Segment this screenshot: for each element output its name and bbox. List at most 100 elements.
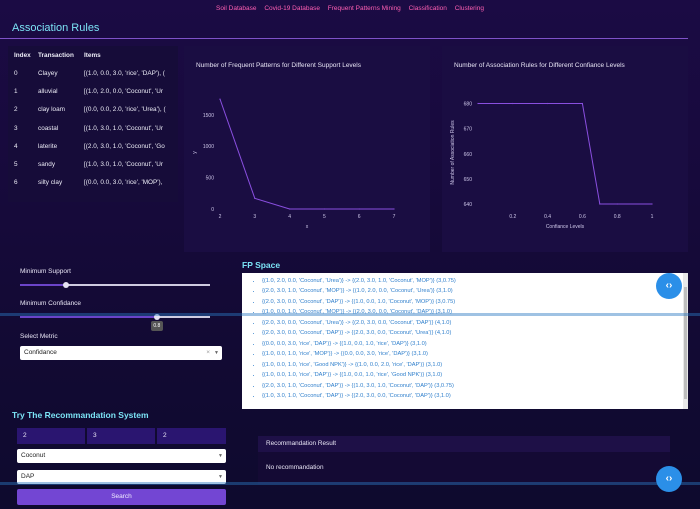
input-phosphorus[interactable]: 3 <box>87 428 155 444</box>
support-chart-panel: Number of Frequent Patterns for Differen… <box>184 46 430 252</box>
min-support-slider[interactable] <box>20 282 210 288</box>
list-item: {(2.0, 3.0, 0.0, 'Coconut', 'DAP')} -> {… <box>262 297 688 307</box>
fp-space-list: {(1.0, 2.0, 0.0, 'Coconut', 'Urea')} -> … <box>242 273 688 401</box>
section-band <box>0 313 700 316</box>
data-point <box>254 197 256 199</box>
cell-transaction: coastal <box>38 124 59 132</box>
cell-items: [(0.0, 0.0, 3.0, 'rice', 'MOP'), <box>84 179 163 187</box>
slider-thumb[interactable] <box>62 282 69 288</box>
transactions-table: Index Transaction Items 0 Clayey [(1.0, … <box>8 46 172 192</box>
confidence-chart: 640 650 660 670 680 0.2 0.4 0.6 0.8 1 Confiance Le… <box>450 102 654 230</box>
y-tick-label: 500 <box>206 176 215 182</box>
confidence-chart-panel: Number of Association Rules for Differen… <box>442 46 688 252</box>
data-point <box>323 208 325 210</box>
col-header-index: Index <box>14 51 31 59</box>
cell-index: 4 <box>14 142 18 150</box>
result-value: No recommandation <box>266 464 324 471</box>
section-band <box>0 482 700 485</box>
min-confidence-label: Minimum Confidance <box>20 300 82 307</box>
carousel-arrows-icon[interactable]: ‹› <box>656 273 682 299</box>
cell-transaction: silty clay <box>38 179 63 187</box>
scrollbar[interactable] <box>683 273 688 409</box>
cell-index: 0 <box>14 69 18 77</box>
y-tick-label: 1500 <box>203 113 214 119</box>
data-point <box>651 203 653 205</box>
cell-items: [(0.0, 0.0, 2.0, 'rice', 'Urea'), ( <box>84 106 166 114</box>
table-row: 0 Clayey [(1.0, 0.0, 3.0, 'rice', 'DAP')… <box>8 64 172 82</box>
table-row: 5 sandy [(1.0, 3.0, 1.0, 'Coconut', 'Ur <box>8 155 172 173</box>
data-point <box>289 208 291 210</box>
x-tick-label: 7 <box>393 214 396 220</box>
search-button[interactable]: Search <box>17 489 226 505</box>
list-item: {(1.0, 0.0, 1.0, 'rice', 'Good NPK')} ->… <box>262 360 688 370</box>
carousel-arrows-icon[interactable]: ‹› <box>656 466 682 492</box>
nav-link-classification[interactable]: Classification <box>409 5 447 12</box>
slider-fill <box>20 284 66 286</box>
list-item: {(1.0, 0.0, 1.0, 'rice', 'MOP')} -> {(0.… <box>262 349 688 359</box>
table-row: 4 laterite [(2.0, 3.0, 1.0, 'Coconut', '… <box>8 137 172 155</box>
list-item: {(2.0, 3.0, 1.0, 'Coconut', 'MOP')} -> {… <box>262 286 688 296</box>
scrollbar-thumb[interactable] <box>684 287 687 399</box>
list-item: {(1.0, 3.0, 1.0, 'Coconut', 'DAP')} -> {… <box>262 391 688 401</box>
slider-fill <box>20 316 157 318</box>
list-item: {(2.0, 3.0, 0.0, 'Coconut', 'DAP')} -> {… <box>262 328 688 338</box>
y-tick-label: 0 <box>211 207 214 213</box>
data-point <box>358 208 360 210</box>
y-tick-label: 1000 <box>203 144 214 150</box>
select-metric-label: Select Metric <box>20 333 58 340</box>
nav-link-clustering[interactable]: Clustering <box>455 5 484 12</box>
data-point <box>581 102 583 105</box>
chevron-down-icon[interactable]: ▼ <box>218 449 223 463</box>
clear-icon[interactable]: × <box>206 346 210 360</box>
chevron-down-icon[interactable]: ▼ <box>214 346 219 360</box>
min-support-label: Minimum Support <box>20 268 71 275</box>
min-confidence-slider[interactable]: 0.8 <box>20 314 210 331</box>
y-tick-label: 660 <box>464 152 473 158</box>
data-point <box>512 102 514 105</box>
input-potassium[interactable]: 2 <box>157 428 226 444</box>
result-header: Recommandation Result <box>258 436 670 452</box>
cell-transaction: laterite <box>38 142 58 150</box>
table-header-row: Index Transaction Items <box>8 46 172 64</box>
data-point <box>599 203 601 205</box>
x-axis-label: x <box>306 224 309 230</box>
cell-transaction: Clayey <box>38 69 58 77</box>
support-chart: 0 500 1000 1500 2 3 4 5 6 7 x y <box>192 98 396 230</box>
list-item: {(1.0, 2.0, 0.0, 'Coconut', 'Urea')} -> … <box>262 276 688 286</box>
nav-link-fpm[interactable]: Frequent Patterns Mining <box>328 5 401 12</box>
fertilizer-select-value: DAP <box>21 473 35 480</box>
cell-items: [(1.0, 0.0, 3.0, 'rice', 'DAP'), ( <box>84 69 165 77</box>
slider-tooltip: 0.8 <box>150 321 163 331</box>
nav-link-covid[interactable]: Covid-19 Database <box>264 5 320 12</box>
crop-select[interactable]: Coconut ▼ <box>17 449 226 463</box>
metric-select[interactable]: Confidance × ▼ <box>20 346 222 360</box>
x-tick-label: 3 <box>253 214 256 220</box>
nav-link-soil[interactable]: Soil Database <box>216 5 256 12</box>
page-title: Association Rules <box>12 22 100 34</box>
table-row: 1 alluvial [(1.0, 2.0, 0.0, 'Coconut', '… <box>8 82 172 100</box>
result-panel: Recommandation Result No recommandation <box>258 436 670 484</box>
list-item: {(2.0, 3.0, 1.0, 'Coconut', 'DAP')} -> {… <box>262 381 688 391</box>
cell-index: 2 <box>14 106 18 114</box>
data-point <box>616 203 618 205</box>
data-point <box>477 102 479 105</box>
data-point <box>547 102 549 105</box>
input-nitrogen[interactable]: 2 <box>17 428 85 444</box>
y-axis-label: Number of Association Rules <box>450 120 456 185</box>
title-divider <box>0 38 688 39</box>
x-tick-label: 6 <box>358 214 361 220</box>
col-header-transaction: Transaction <box>38 51 74 59</box>
series-line <box>219 98 394 210</box>
x-axis-label: Confiance Levels <box>546 224 585 230</box>
recommendation-title: Try The Recommandation System <box>12 410 149 420</box>
data-point <box>393 208 395 210</box>
top-nav: Soil Database Covid-19 Database Frequent… <box>0 5 700 12</box>
list-item: {(1.0, 0.0, 1.0, 'rice', 'DAP')} -> {(1.… <box>262 370 688 380</box>
fp-space-list-box[interactable]: {(1.0, 2.0, 0.0, 'Coconut', 'Urea')} -> … <box>242 273 688 409</box>
x-tick-label: 4 <box>288 214 291 220</box>
data-point <box>219 98 221 100</box>
cell-items: [(1.0, 3.0, 1.0, 'Coconut', 'Ur <box>84 124 163 132</box>
cell-items: [(1.0, 3.0, 1.0, 'Coconut', 'Ur <box>84 161 163 169</box>
x-tick-label: 0.8 <box>614 214 621 220</box>
table-row: 6 silty clay [(0.0, 0.0, 3.0, 'rice', 'M… <box>8 174 172 192</box>
